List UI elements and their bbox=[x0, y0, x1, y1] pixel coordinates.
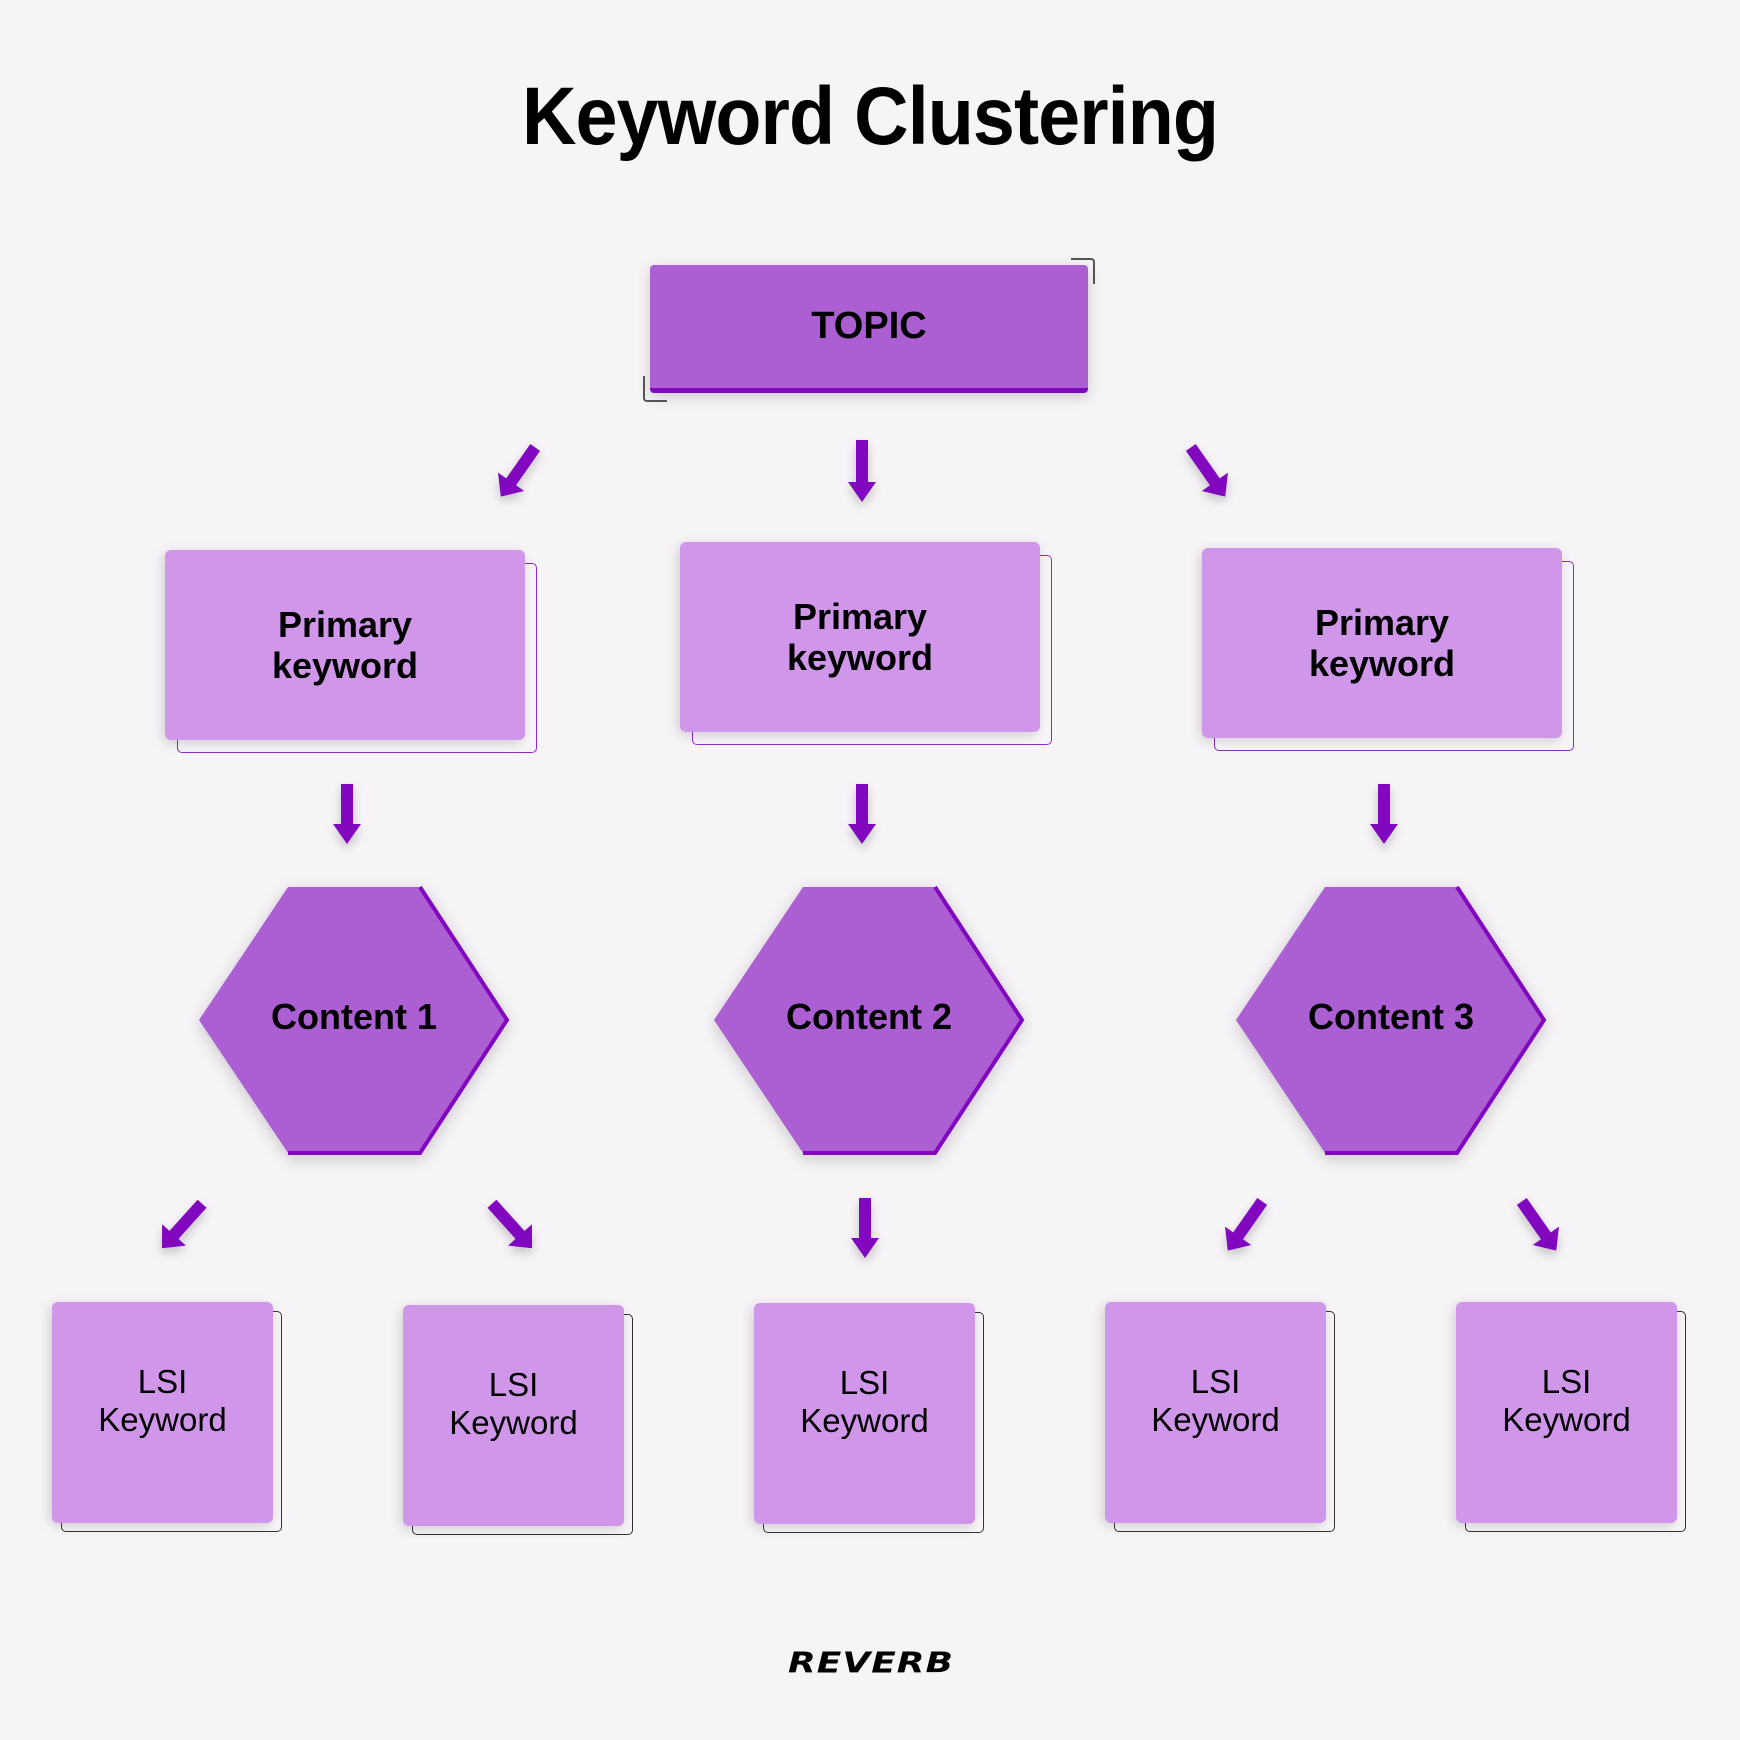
topic-box: TOPIC bbox=[650, 265, 1088, 393]
reverb-logo: REVERB bbox=[788, 1640, 953, 1686]
logo-text: REVERB bbox=[788, 1647, 954, 1679]
page-title: Keyword Clustering bbox=[521, 71, 1219, 162]
primary-keyword-label: Primary keyword bbox=[271, 603, 419, 686]
arrow-down-icon bbox=[1354, 782, 1414, 846]
arrow-down-right-icon bbox=[1509, 1194, 1569, 1258]
arrow-down-icon bbox=[832, 782, 892, 846]
lsi-keyword-label: LSI Keyword bbox=[449, 1365, 578, 1441]
arrow-down-icon bbox=[317, 782, 377, 846]
primary-keyword-label: Primary keyword bbox=[786, 595, 934, 678]
content-hexagon: Content 2 bbox=[714, 885, 1025, 1157]
content-hexagon: Content 3 bbox=[1236, 885, 1547, 1157]
corner-bracket-bottom-left bbox=[643, 376, 667, 402]
arrow-down-right-icon bbox=[1178, 440, 1238, 504]
content-label: Content 3 bbox=[1308, 996, 1474, 1037]
lsi-keyword-label: LSI Keyword bbox=[800, 1363, 929, 1439]
arrow-down-icon bbox=[832, 438, 892, 502]
primary-keyword-label: Primary keyword bbox=[1308, 601, 1456, 684]
content-label: Content 1 bbox=[271, 996, 437, 1037]
topic-label: TOPIC bbox=[811, 305, 927, 347]
lsi-keyword-label: LSI Keyword bbox=[1151, 1362, 1280, 1438]
arrow-down-right-icon bbox=[482, 1194, 542, 1258]
arrow-down-left-icon bbox=[152, 1194, 212, 1258]
arrow-down-left-icon bbox=[1215, 1194, 1275, 1258]
arrow-down-icon bbox=[835, 1196, 895, 1260]
arrow-down-left-icon bbox=[488, 440, 548, 504]
lsi-keyword-label: LSI Keyword bbox=[1502, 1362, 1631, 1438]
content-hexagon: Content 1 bbox=[199, 885, 510, 1157]
lsi-keyword-label: LSI Keyword bbox=[98, 1362, 227, 1438]
content-label: Content 2 bbox=[786, 996, 952, 1037]
